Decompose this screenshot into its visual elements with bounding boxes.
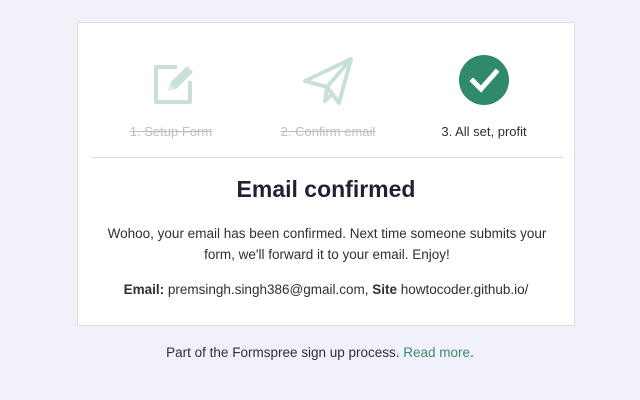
footer-note: Part of the Formspree sign up process. R… bbox=[0, 345, 640, 361]
email-value: premsingh.singh386@gmail.com, bbox=[167, 282, 369, 297]
step-label: 1. Setup Form bbox=[129, 124, 213, 139]
email-label: Email: bbox=[123, 282, 165, 297]
step-setup-form: 1. Setup Form bbox=[91, 23, 251, 157]
progress-steps: 1. Setup Form 2. Confirm email 3. All se… bbox=[78, 23, 574, 157]
confirmation-message: Wohoo, your email has been confirmed. Ne… bbox=[107, 226, 547, 262]
site-value: howtocoder.github.io/ bbox=[400, 282, 529, 297]
confirmation-card: 1. Setup Form 2. Confirm email 3. All se… bbox=[77, 22, 575, 326]
step-all-set: 3. All set, profit bbox=[404, 23, 564, 157]
site-label: Site bbox=[372, 282, 397, 297]
read-more-link[interactable]: Read more bbox=[403, 345, 470, 360]
footer-period: . bbox=[470, 345, 474, 360]
footer-text: Part of the Formspree sign up process. bbox=[166, 345, 400, 360]
submission-details: Email: premsingh.singh386@gmail.com, Sit… bbox=[78, 281, 574, 299]
paper-plane-icon bbox=[303, 57, 353, 105]
page-title: Email confirmed bbox=[236, 176, 416, 202]
checkmark-circle-icon bbox=[459, 55, 509, 105]
step-label: 2. Confirm email bbox=[280, 124, 376, 139]
step-label: 3. All set, profit bbox=[441, 124, 527, 139]
edit-form-icon bbox=[154, 65, 193, 104]
divider bbox=[91, 157, 563, 158]
step-confirm-email: 2. Confirm email bbox=[248, 23, 408, 157]
